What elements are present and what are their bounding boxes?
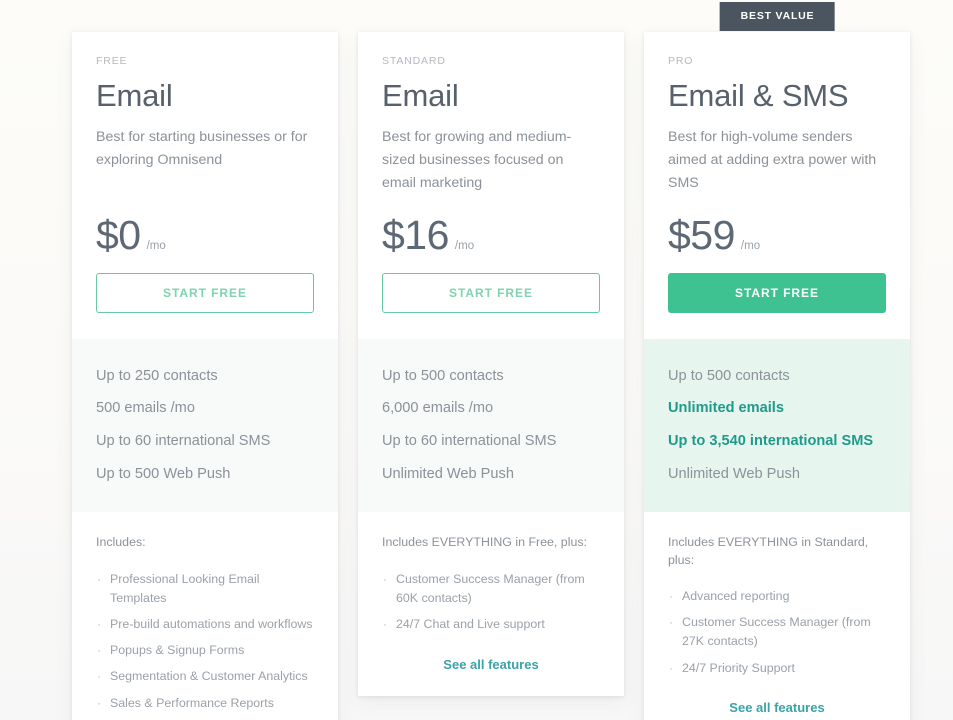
feature-list-item: · Advanced reporting [668, 587, 886, 606]
card-header: PRO Email & SMS Best for high-volume sende… [644, 32, 910, 195]
price-amount: $0 [96, 212, 141, 259]
quota-band: Up to 500 contacts 6,000 emails /mo Up to … [358, 338, 624, 513]
includes-section: Includes EVERYTHING in Free, plus: · Custo… [358, 512, 624, 642]
quota-item: Unlimited Web Push [668, 465, 800, 482]
plan-description: Best for high-volume senders aimed at ad… [668, 129, 877, 192]
plan-description: Best for starting businesses or for expl… [96, 129, 308, 169]
tier-label: PRO [668, 55, 694, 67]
feature-list-item: · Sales & Performance Reports [96, 694, 314, 713]
bullet-icon: · [97, 643, 102, 658]
price-period: /mo [740, 240, 761, 253]
start-free-button[interactable]: START FREE [96, 273, 314, 313]
quota-band: Up to 500 contacts Unlimited emails Up to … [644, 338, 910, 513]
card-header: STANDARD Email Best for growing and medium… [358, 32, 624, 195]
price-period: /mo [146, 240, 166, 253]
quota-item: Up to 60 international SMS [96, 433, 271, 450]
plan-name: Email [382, 77, 459, 113]
feature-label: Popups & Signup Forms [110, 643, 245, 658]
feature-label: Customer Success Manager (from 60K conta… [396, 571, 585, 605]
card-footer: See all features [358, 642, 624, 696]
price-row: $59/mo [644, 215, 910, 273]
bullet-icon: · [383, 617, 388, 632]
feature-label: Advanced reporting [682, 588, 790, 603]
feature-list-item: · Customer Success Manager (from 27K cont… [668, 613, 886, 651]
plan-name: Email & SMS [668, 77, 849, 113]
feature-label: 24/7 Priority Support [682, 660, 795, 675]
quota-item: Up to 250 contacts [96, 367, 218, 384]
bullet-icon: · [383, 571, 388, 586]
price-amount: $16 [382, 212, 449, 259]
tier-label: STANDARD [382, 55, 446, 67]
quota-item: Up to 500 contacts [668, 367, 790, 384]
see-all-features-link[interactable]: See all features [729, 700, 824, 715]
plan-card-standard: STANDARD Email Best for growing and medium… [358, 32, 624, 696]
quota-item: Unlimited emails [668, 400, 784, 417]
card-footer: See all features [644, 685, 910, 720]
bullet-icon: · [669, 615, 674, 630]
quota-item: Up to 500 contacts [382, 367, 504, 384]
price-amount: $59 [668, 212, 735, 259]
bullet-icon: · [97, 571, 102, 586]
feature-list: · Customer Success Manager (from 60K cont… [382, 570, 600, 635]
pricing-plans-grid: FREE Email Best for starting businesses or… [0, 0, 953, 720]
cta-wrapper: START FREE [358, 273, 624, 338]
feature-list-item: · Pre-build automations and workflows [96, 615, 314, 634]
start-free-button[interactable]: START FREE [668, 273, 886, 313]
best-value-badge: BEST VALUE [719, 2, 835, 31]
quota-band: Up to 250 contacts 500 emails /mo Up to 60… [72, 338, 338, 513]
plan-description: Best for growing and medium-sized busine… [382, 129, 572, 192]
quota-item: Up to 3,540 international SMS [668, 433, 874, 450]
feature-label: Pre-build automations and workflows [110, 617, 313, 632]
feature-list-item: · Segmentation & Customer Analytics [96, 667, 314, 686]
cta-wrapper: START FREE [72, 273, 338, 338]
bullet-icon: · [97, 695, 102, 710]
feature-list-item: · 24/7 Priority Support [668, 659, 886, 678]
includes-title: Includes EVERYTHING in Free, plus: [382, 535, 587, 550]
card-header: FREE Email Best for starting businesses or… [72, 32, 338, 195]
bullet-icon: · [669, 588, 674, 603]
price-row: $0/mo [72, 215, 338, 273]
feature-label: Segmentation & Customer Analytics [110, 669, 308, 684]
feature-list-item: · Professional Looking Email Templates [96, 570, 314, 608]
bullet-icon: · [669, 660, 674, 675]
feature-label: Sales & Performance Reports [110, 695, 274, 710]
feature-list-item: · Popups & Signup Forms [96, 641, 314, 660]
feature-label: Professional Looking Email Templates [110, 571, 260, 605]
feature-list: · Advanced reporting · Customer Success Man… [668, 587, 886, 678]
includes-title: Includes EVERYTHING in Standard, plus: [668, 535, 869, 567]
includes-section: Includes: · Professional Looking Email Tem… [72, 512, 338, 720]
quota-item: Up to 500 Web Push [96, 465, 231, 482]
see-all-features-link[interactable]: See all features [443, 657, 538, 672]
quota-item: Up to 60 international SMS [382, 433, 557, 450]
feature-label: 24/7 Chat and Live support [396, 617, 545, 632]
plan-card-pro: BEST VALUE PRO Email & SMS Best for high-vo… [644, 2, 910, 720]
feature-list: · Professional Looking Email Templates · Pr… [96, 570, 314, 720]
feature-list-item: · Customer Success Manager (from 60K cont… [382, 570, 600, 608]
quota-item: 500 emails /mo [96, 400, 195, 417]
feature-list-item: · 24/7 Chat and Live support [382, 615, 600, 634]
quota-item: 6,000 emails /mo [382, 400, 494, 417]
includes-section: Includes EVERYTHING in Standard, plus: · A… [644, 512, 910, 685]
cta-wrapper: START FREE [644, 273, 910, 338]
tier-label: FREE [96, 55, 128, 67]
start-free-button[interactable]: START FREE [382, 273, 600, 313]
feature-label: Customer Success Manager (from 27K conta… [682, 615, 871, 649]
price-period: /mo [454, 240, 475, 253]
quota-item: Unlimited Web Push [382, 465, 514, 482]
bullet-icon: · [97, 669, 102, 684]
bullet-icon: · [97, 617, 102, 632]
includes-title: Includes: [96, 535, 146, 550]
price-row: $16/mo [358, 215, 624, 273]
plan-name: Email [96, 77, 173, 113]
plan-card-free: FREE Email Best for starting businesses or… [72, 32, 338, 720]
